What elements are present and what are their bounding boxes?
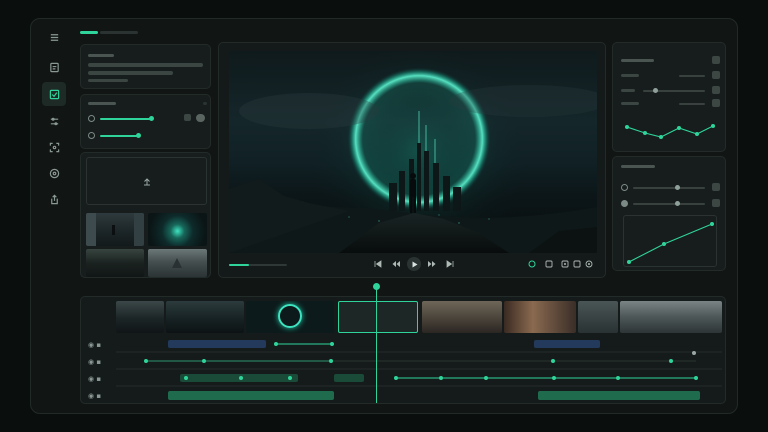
play-icon [412,261,417,267]
video-viewer [218,42,606,278]
scale-icon [621,200,628,207]
curve-graph[interactable] [623,117,719,143]
image-check-icon[interactable] [42,82,66,106]
loop-icon[interactable] [528,260,536,270]
saturation-slider[interactable] [679,103,705,105]
clip-thumb[interactable] [620,301,722,333]
marker-icon[interactable] [545,260,553,270]
lock-icon[interactable]: ▪ [96,375,101,383]
play-button[interactable] [407,257,421,271]
media-thumb-portal[interactable] [148,213,207,246]
timeline-playhead[interactable] [376,285,377,403]
tool-rail [42,26,68,296]
position-icon [621,184,628,191]
track-controls: ◉ ▪ [88,358,101,366]
eye-icon[interactable]: ◉ [88,375,94,383]
timeline-playhead-handle[interactable] [373,283,380,290]
skip-back-icon[interactable] [374,260,382,270]
panel-title [621,59,654,62]
eye-icon[interactable]: ◉ [88,358,94,366]
skip-forward-icon[interactable] [446,260,454,270]
adjust-label [621,74,639,77]
track-controls: ◉ ▪ [88,375,101,383]
upload-dropzone[interactable] [86,157,207,205]
media-thumb-ruins[interactable] [86,249,144,277]
video-preview[interactable] [229,51,597,253]
adjustments-panel [612,42,726,152]
sliders-icon[interactable] [42,110,66,132]
clip-thumb[interactable] [116,301,164,333]
track-controls: ◉ ▪ [88,392,101,400]
mute-toggle[interactable] [184,114,191,121]
media-thumb-valley[interactable] [148,249,207,277]
panel-close[interactable] [203,102,207,105]
info-line [88,79,128,82]
clip-thumb[interactable] [578,301,618,333]
panel-title [88,102,116,105]
keyframe-toggle[interactable] [712,199,720,207]
scale-slider[interactable] [633,203,705,205]
keyframe-toggle[interactable] [712,183,720,191]
balance-icon [88,132,95,139]
clip-thumb[interactable] [422,301,502,333]
playhead-track[interactable] [229,264,287,266]
audio-controls-panel [80,94,211,149]
adjust-toggle[interactable] [712,99,720,107]
adjust-toggle[interactable] [712,71,720,79]
track-controls: ◉ ▪ [88,341,101,349]
info-line [88,71,173,75]
clip-thumb[interactable] [504,301,576,333]
motion-graph[interactable] [623,215,717,267]
track-lanes [116,340,722,400]
adjust-label [621,102,639,105]
adjust-label [621,89,635,92]
fullscreen-icon[interactable] [573,260,581,270]
media-thumb-corridor[interactable] [86,213,144,246]
document-icon[interactable] [42,56,66,78]
lock-icon[interactable]: ▪ [96,341,101,349]
adjust-toggle[interactable] [712,56,720,64]
settings-icon[interactable] [585,260,593,270]
panel-title [621,165,655,168]
clip-thumb-selected[interactable] [338,301,418,333]
solo-toggle[interactable] [196,114,205,122]
volume-slider-handle[interactable] [149,116,154,121]
eye-icon[interactable]: ◉ [88,341,94,349]
position-slider[interactable] [633,187,705,189]
step-back-icon[interactable] [392,260,400,270]
info-line [88,63,203,67]
keyframe-panel [612,156,726,271]
adjust-toggle[interactable] [712,86,720,94]
volume-slider[interactable] [100,118,150,120]
lock-icon[interactable]: ▪ [96,392,101,400]
step-forward-icon[interactable] [428,260,436,270]
upload-icon [144,178,150,186]
media-library-panel [80,152,211,278]
export-icon[interactable] [42,188,66,210]
eye-icon[interactable]: ◉ [88,392,94,400]
lock-icon[interactable]: ▪ [96,358,101,366]
filmstrip-track [116,301,722,333]
playhead-progress [229,264,249,266]
exposure-slider[interactable] [679,75,705,77]
balance-slider-handle[interactable] [136,133,141,138]
position-slider-handle[interactable] [675,185,680,190]
crop-icon[interactable] [561,260,569,270]
tab-placeholder[interactable] [100,31,138,34]
balance-slider[interactable] [100,135,137,137]
clip-thumb[interactable] [246,301,334,333]
contrast-slider-handle[interactable] [653,88,658,93]
info-line [88,54,114,57]
focus-icon[interactable] [42,136,66,158]
volume-icon [88,115,95,122]
clip-thumb[interactable] [166,301,244,333]
menu-icon[interactable] [42,26,66,48]
target-icon[interactable] [42,162,66,184]
project-info-panel [80,44,211,89]
scale-slider-handle[interactable] [675,201,680,206]
active-tab-indicator[interactable] [80,31,98,34]
